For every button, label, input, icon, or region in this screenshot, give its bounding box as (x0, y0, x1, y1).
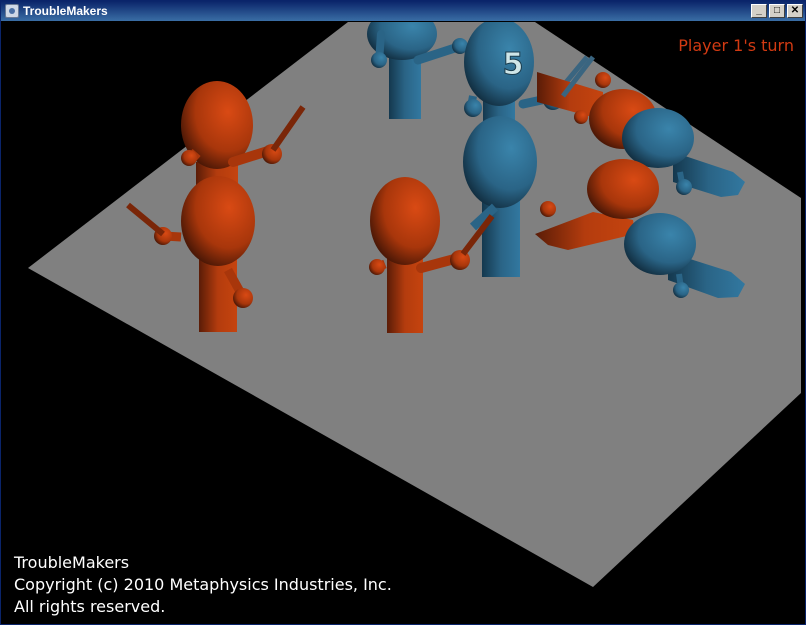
piece-number-label: 5 (503, 47, 524, 82)
window-title: TroubleMakers (23, 4, 108, 18)
turn-indicator: Player 1's turn (678, 36, 794, 55)
minimize-button[interactable]: _ (751, 4, 767, 18)
credits-app-name: TroubleMakers (14, 553, 130, 572)
maximize-button[interactable]: □ (769, 4, 785, 18)
game-scene[interactable]: 5 (3, 22, 804, 623)
game-window: TroubleMakers _ □ ✕ 5 Player 1's turn Tr… (0, 0, 806, 625)
window-controls: _ □ ✕ (751, 4, 803, 18)
game-viewport[interactable]: 5 Player 1's turn TroubleMakers Copyrigh… (3, 22, 804, 623)
title-bar[interactable]: TroubleMakers _ □ ✕ (1, 1, 805, 21)
close-button[interactable]: ✕ (787, 4, 803, 18)
credits-text: TroubleMakers Copyright (c) 2010 Metaphy… (14, 552, 392, 618)
app-icon[interactable] (5, 4, 19, 18)
credits-rights: All rights reserved. (14, 597, 166, 616)
credits-copyright: Copyright (c) 2010 Metaphysics Industrie… (14, 575, 392, 594)
